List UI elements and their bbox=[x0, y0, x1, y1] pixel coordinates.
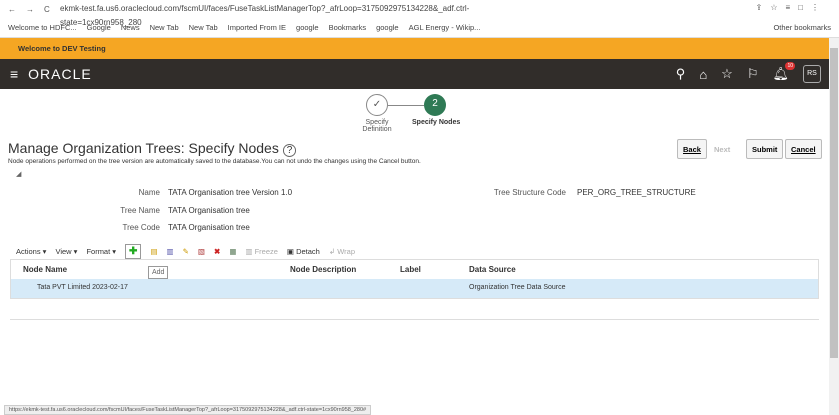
help-icon[interactable]: ? bbox=[282, 144, 297, 157]
col-data-source[interactable]: Data Source bbox=[469, 265, 516, 274]
oracle-header: ≡ ORACLE ⚲ ⌂ ☆ ⚐ 🔔︎ 10 RS bbox=[0, 59, 829, 89]
structure-label: Tree Structure Code bbox=[493, 188, 566, 197]
reload-icon[interactable]: C bbox=[44, 5, 50, 14]
freeze-button: ▥ Freeze bbox=[245, 247, 278, 256]
bookmark[interactable]: New Tab bbox=[150, 23, 179, 32]
export-icon[interactable]: ▦ bbox=[229, 247, 236, 256]
add-child-icon[interactable]: ▤ bbox=[150, 247, 157, 256]
address-bar[interactable]: ekmk-test.fa.us6.oraclecloud.com/fscmUI/… bbox=[60, 2, 490, 27]
notification-badge: 10 bbox=[785, 62, 795, 70]
bookmark[interactable]: Welcome to HDFC... bbox=[8, 23, 77, 32]
data-source-cell: Organization Tree Data Source bbox=[469, 284, 566, 291]
back-icon[interactable]: ← bbox=[8, 5, 16, 14]
favorites-icon[interactable]: ☆ bbox=[721, 66, 733, 82]
col-node-name[interactable]: Node Name bbox=[23, 265, 67, 274]
bookmark[interactable]: AGL Energy - Wikip... bbox=[409, 23, 481, 32]
search-icon[interactable]: ⚲ bbox=[676, 66, 686, 82]
browser-menu-icons[interactable]: ⇪☆≡□⋮ bbox=[756, 3, 827, 12]
bookmark[interactable]: New Tab bbox=[189, 23, 218, 32]
name-label: Name bbox=[138, 188, 160, 197]
page-note: Node operations performed on the tree ve… bbox=[8, 158, 421, 165]
col-node-description[interactable]: Node Description bbox=[290, 265, 356, 274]
table-toolbar: Actions ▾ View ▾ Format ▾ ✚ ▤ ▥ ✎ ▧ ✖ ▦ … bbox=[16, 244, 355, 259]
bell-icon[interactable]: 🔔︎ 10 bbox=[772, 62, 795, 82]
step2-label: Specify Nodes bbox=[412, 119, 461, 126]
other-bookmarks[interactable]: Other bookmarks bbox=[773, 23, 831, 32]
bookmark[interactable]: google bbox=[296, 23, 319, 32]
scrollbar-thumb[interactable] bbox=[830, 48, 838, 358]
tree-code-label: Tree Code bbox=[122, 223, 161, 232]
actions-menu[interactable]: Actions ▾ bbox=[16, 247, 46, 256]
next-button: Next bbox=[708, 139, 736, 159]
add-tooltip: Add bbox=[148, 266, 169, 279]
node-name-cell: Tata PVT Limited 2023-02-17 bbox=[37, 284, 128, 291]
edit-icon[interactable]: ✎ bbox=[183, 247, 189, 256]
step1-check-icon[interactable]: ✓ bbox=[366, 94, 388, 116]
tree-name-label: Tree Name bbox=[120, 206, 160, 215]
bookmark[interactable]: News bbox=[121, 23, 140, 32]
page-title: Manage Organization Trees: Specify Nodes… bbox=[8, 140, 297, 157]
bookmark[interactable]: Google bbox=[87, 23, 111, 32]
env-banner: Welcome to DEV Testing bbox=[0, 38, 829, 59]
step1-label[interactable]: Specify Definition bbox=[358, 119, 396, 133]
bookmark[interactable]: Imported From IE bbox=[228, 23, 286, 32]
back-button[interactable]: Back bbox=[677, 139, 707, 159]
train-connector bbox=[388, 105, 424, 106]
structure-value: PER_ORG_TREE_STRUCTURE bbox=[577, 188, 696, 197]
step2-circle[interactable]: 2 bbox=[424, 94, 446, 116]
flag-icon[interactable]: ⚐ bbox=[747, 66, 759, 82]
tree-name-value: TATA Organisation tree bbox=[168, 206, 250, 215]
oracle-logo[interactable]: ORACLE bbox=[28, 66, 92, 82]
delete-icon[interactable]: ✖ bbox=[214, 247, 220, 256]
format-menu[interactable]: Format ▾ bbox=[86, 247, 116, 256]
move-icon[interactable]: ▥ bbox=[167, 247, 174, 256]
collapse-icon[interactable]: ◢ bbox=[16, 170, 21, 178]
avatar[interactable]: RS bbox=[803, 65, 821, 83]
menu-icon[interactable]: ≡ bbox=[10, 66, 18, 82]
browser-toolbar: ← → C ekmk-test.fa.us6.oraclecloud.com/fsc… bbox=[0, 0, 839, 27]
divider bbox=[10, 319, 819, 320]
bookmark[interactable]: google bbox=[376, 23, 399, 32]
col-label[interactable]: Label bbox=[400, 265, 421, 274]
detach-button[interactable]: ▣ Detach bbox=[287, 247, 320, 256]
table-row[interactable]: Tata PVT Limited 2023-02-17 Organization… bbox=[11, 279, 818, 298]
view-menu[interactable]: View ▾ bbox=[55, 247, 77, 256]
home-icon[interactable]: ⌂ bbox=[699, 67, 707, 82]
name-value: TATA Organisation tree Version 1.0 bbox=[168, 188, 293, 197]
bookmark[interactable]: Bookmarks bbox=[329, 23, 367, 32]
wrap-button: ↲ Wrap bbox=[328, 247, 356, 256]
add-icon[interactable]: ✚ bbox=[125, 244, 142, 259]
forward-icon[interactable]: → bbox=[26, 5, 34, 14]
submit-button[interactable]: Submit bbox=[746, 139, 784, 159]
bookmarks-bar: Welcome to HDFC... Google News New Tab N… bbox=[0, 18, 839, 38]
nodes-table: Node Name Node Description Label Data So… bbox=[10, 259, 819, 299]
cancel-button[interactable]: Cancel bbox=[785, 139, 822, 159]
status-url: https://ekmk-test.fa.us6.oraclecloud.com… bbox=[4, 405, 372, 415]
remove-icon[interactable]: ▧ bbox=[198, 247, 205, 256]
tree-code-value: TATA Organisation tree bbox=[168, 223, 250, 232]
